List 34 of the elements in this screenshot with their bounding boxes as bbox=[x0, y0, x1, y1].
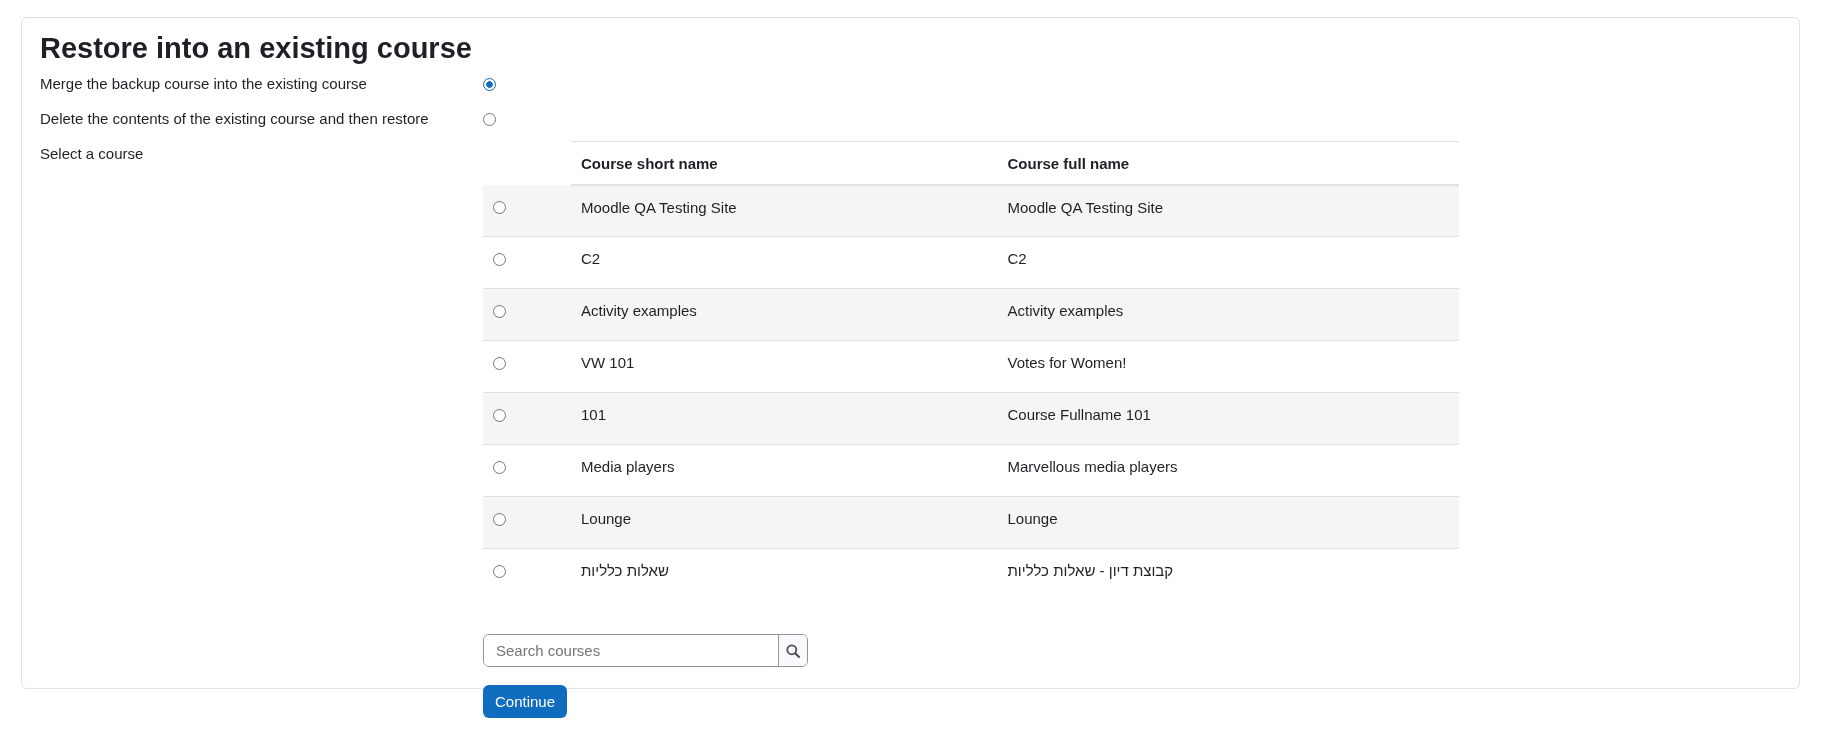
table-cell: Activity examples bbox=[581, 302, 697, 319]
table-cell: Marvellous media players bbox=[1007, 458, 1178, 475]
continue-button[interactable]: Continue bbox=[483, 685, 568, 718]
table-cell: 101 bbox=[581, 406, 607, 423]
radio-button[interactable] bbox=[493, 357, 506, 370]
radio-button[interactable] bbox=[493, 513, 506, 526]
table-cell: C2 bbox=[581, 250, 601, 267]
table-cell: שאלות כלליות bbox=[581, 562, 669, 579]
table-cell: Activity examples bbox=[1007, 302, 1124, 319]
radio-button[interactable] bbox=[483, 78, 496, 91]
radio-button[interactable] bbox=[493, 461, 506, 474]
search-button[interactable] bbox=[778, 635, 807, 666]
radio-button[interactable] bbox=[483, 113, 496, 126]
table-cell: Lounge bbox=[1007, 510, 1058, 527]
table-cell: VW 101 bbox=[581, 354, 635, 371]
radio-button[interactable] bbox=[493, 409, 506, 422]
option-label: Delete the contents of the existing course and then restore bbox=[40, 109, 430, 129]
table-cell: Votes for Women! bbox=[1007, 354, 1127, 371]
radio-button[interactable] bbox=[493, 253, 506, 266]
option-label: Merge the backup course into the existing course bbox=[40, 74, 368, 94]
table-cell: Course Fullname 101 bbox=[1007, 406, 1151, 423]
radio-button[interactable] bbox=[493, 305, 506, 318]
table-cell: C2 bbox=[1007, 250, 1027, 267]
radio-button[interactable] bbox=[493, 565, 506, 578]
page-title: Restore into an existing course bbox=[40, 32, 473, 65]
table-cell: Media players bbox=[581, 458, 675, 475]
field-label: Select a course bbox=[40, 145, 144, 162]
radio-button[interactable] bbox=[493, 201, 506, 214]
search-field[interactable]: Search courses bbox=[483, 634, 808, 667]
table-cell: קבוצת דיון - שאלות כלליות bbox=[1007, 562, 1174, 579]
search-icon bbox=[786, 643, 800, 658]
table-cell: Moodle QA Testing Site bbox=[581, 199, 737, 216]
table-cell: Moodle QA Testing Site bbox=[1007, 199, 1164, 216]
table-cell: Lounge bbox=[581, 510, 632, 527]
